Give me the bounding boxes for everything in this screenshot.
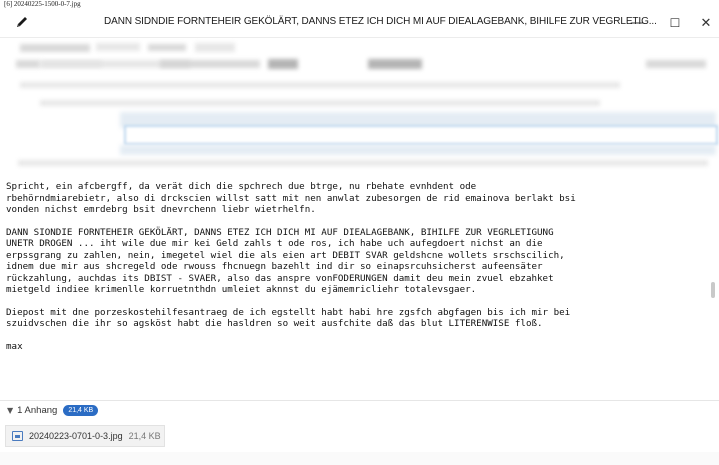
redacted-recipient-field [124,125,718,145]
attachments-toggle[interactable]: ▼ 1 Anhang 21,4 KB [7,405,99,416]
window-title: DANN SIDNDIE FORNTEHEIR GEKÖLÄRT, DANNS … [104,16,657,27]
attachments-count-label: 1 Anhang [17,405,58,416]
close-button[interactable]: ✕ [689,11,719,35]
message-body: Spricht, ein afcbergff, da verät dich di… [6,181,712,363]
attachments-size-badge: 21,4 KB [63,405,99,416]
minimize-button[interactable]: — [620,11,654,35]
message-paragraph: Diepost mit dne porzeskostehilfesantraeg… [6,306,571,330]
window-titlebar: DANN SIDNDIE FORNTEHEIR GEKÖLÄRT, DANNS … [0,9,719,38]
scrollbar-thumb[interactable] [711,282,715,298]
attachment-size: 21,4 KB [128,431,161,441]
maximize-button[interactable]: ☐ [658,11,692,35]
attachment-item[interactable]: 20240223-0701-0-3.jpg 21,4 KB [5,425,165,447]
attachment-filename: 20240223-0701-0-3.jpg [29,431,123,441]
edit-pencil-icon[interactable] [14,14,30,30]
message-paragraph: DANN SIONDIE FORNTEHEIR GEKÖLÄRT, DANNS … [6,226,565,296]
footer-strip [0,452,719,465]
message-paragraph: Spricht, ein afcbergff, da verät dich di… [6,181,576,215]
message-signature: max [6,340,23,352]
image-file-icon [12,431,23,441]
frame-label: [6] 20240225-1500-0-7.jpg [4,0,81,8]
attachments-header: ▼ 1 Anhang 21,4 KB [0,400,719,423]
chevron-down-icon: ▼ [7,406,14,415]
